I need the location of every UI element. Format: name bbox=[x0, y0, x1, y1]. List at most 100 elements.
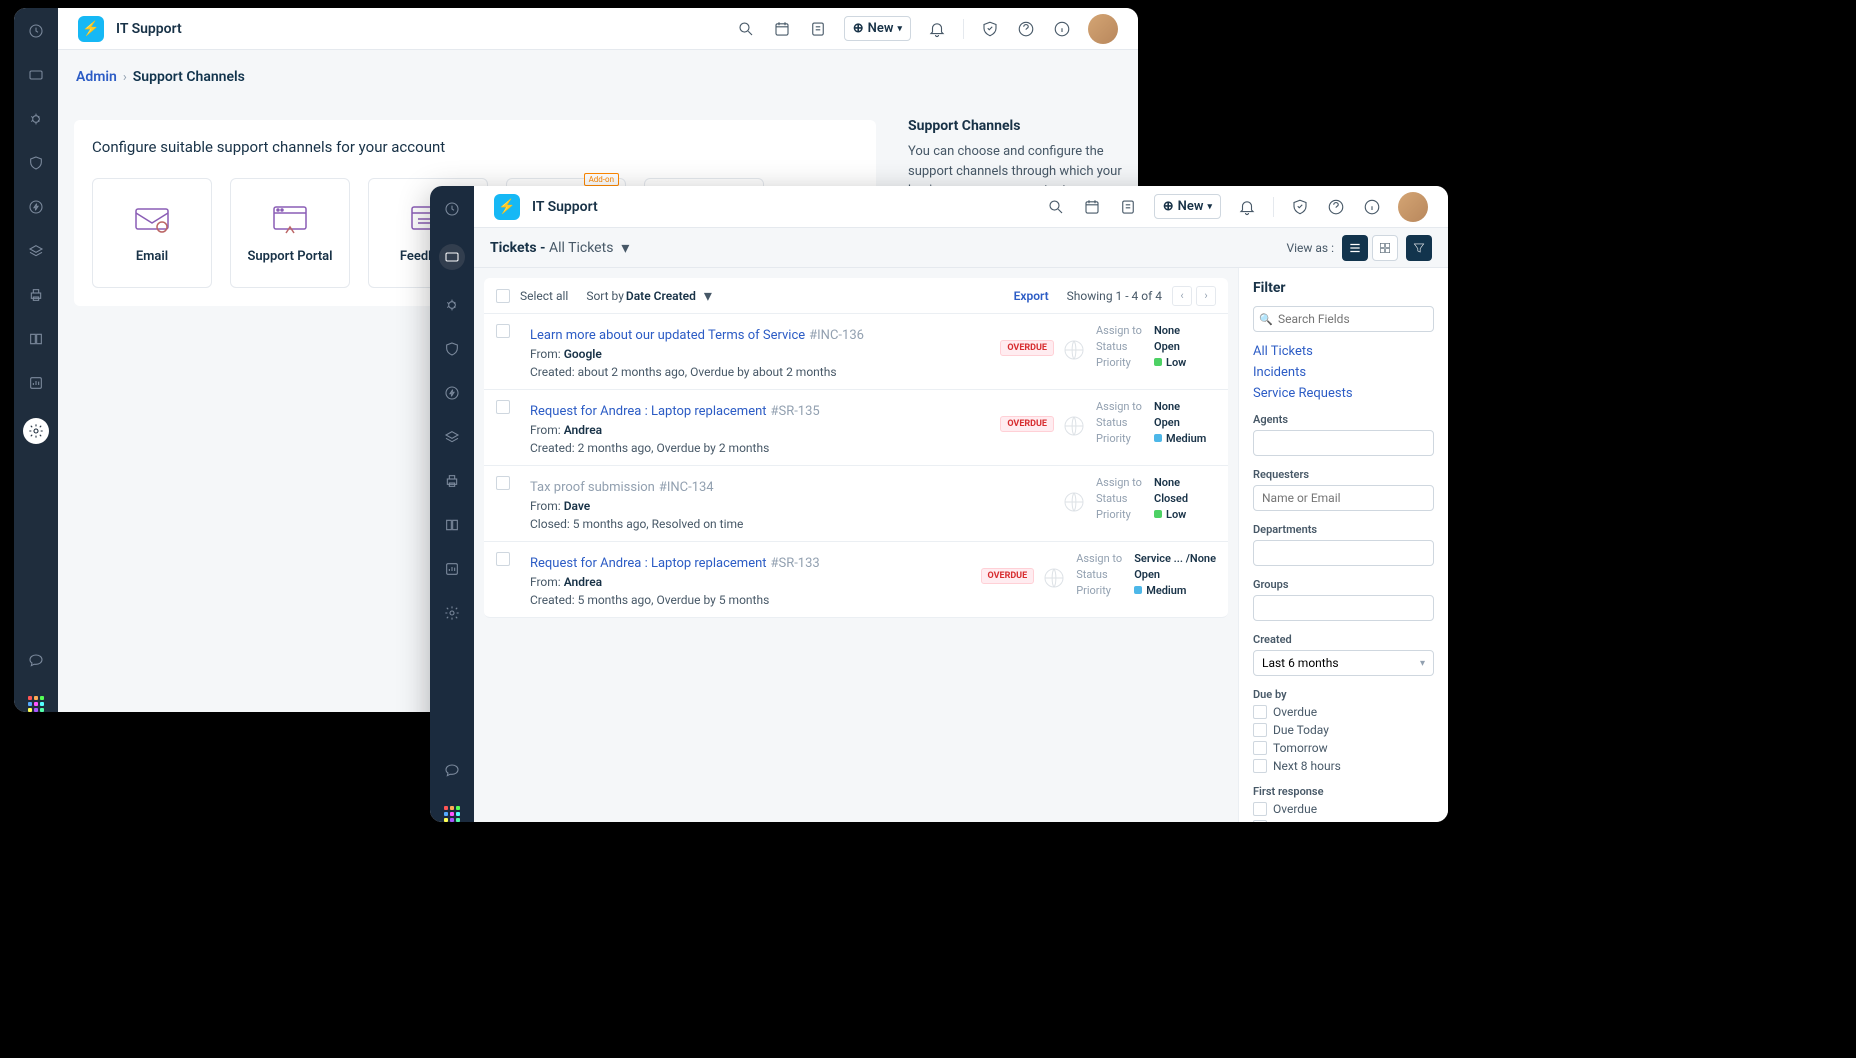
shield-icon[interactable] bbox=[27, 154, 45, 172]
chevron-down-icon[interactable]: ▾ bbox=[621, 238, 629, 257]
filter-search-input[interactable] bbox=[1253, 306, 1434, 332]
page-next-button[interactable]: › bbox=[1196, 286, 1216, 306]
checkbox[interactable] bbox=[1253, 820, 1267, 822]
settings-icon[interactable] bbox=[23, 418, 49, 444]
row-checkbox[interactable] bbox=[496, 476, 510, 490]
layers-icon[interactable] bbox=[443, 428, 461, 446]
ticket-from: From: Andrea bbox=[530, 575, 981, 589]
help-icon[interactable] bbox=[443, 762, 461, 780]
requesters-input[interactable] bbox=[1253, 485, 1434, 511]
book-icon[interactable] bbox=[27, 330, 45, 348]
avatar[interactable] bbox=[1088, 14, 1118, 44]
groups-input[interactable] bbox=[1253, 595, 1434, 621]
printer-icon[interactable] bbox=[27, 286, 45, 304]
filter-link[interactable]: Service Requests bbox=[1253, 386, 1434, 401]
dashboard-icon[interactable] bbox=[27, 22, 45, 40]
filter-panel: Filter 🔍 All TicketsIncidentsService Req… bbox=[1238, 268, 1448, 822]
shield-icon[interactable] bbox=[443, 340, 461, 358]
firstresponse-option[interactable]: Due Today bbox=[1253, 820, 1434, 822]
agents-input[interactable] bbox=[1253, 430, 1434, 456]
search-icon[interactable] bbox=[736, 19, 756, 39]
reports-icon[interactable] bbox=[27, 374, 45, 392]
calendar-icon[interactable] bbox=[1082, 197, 1102, 217]
showing-label: Showing 1 - 4 of 4 bbox=[1067, 289, 1162, 303]
calendar-icon[interactable] bbox=[772, 19, 792, 39]
badge-icon[interactable] bbox=[1290, 197, 1310, 217]
chevron-down-icon[interactable]: ▾ bbox=[704, 286, 712, 305]
ticket-row[interactable]: Request for Andrea : Laptop replacement … bbox=[484, 542, 1228, 618]
badge-icon[interactable] bbox=[980, 19, 1000, 39]
departments-input[interactable] bbox=[1253, 540, 1434, 566]
dashboard-icon[interactable] bbox=[443, 200, 461, 218]
bell-icon[interactable] bbox=[1237, 197, 1257, 217]
dueby-option[interactable]: Next 8 hours bbox=[1253, 759, 1434, 773]
notes-icon[interactable] bbox=[808, 19, 828, 39]
book-icon[interactable] bbox=[443, 516, 461, 534]
bug-icon[interactable] bbox=[443, 296, 461, 314]
tickets-view[interactable]: All Tickets bbox=[549, 240, 613, 256]
bug-icon[interactable] bbox=[27, 110, 45, 128]
checkbox[interactable] bbox=[1253, 723, 1267, 737]
sort-value[interactable]: Date Created bbox=[626, 289, 696, 303]
filter-toggle-button[interactable] bbox=[1406, 235, 1432, 261]
tickets-icon[interactable] bbox=[439, 244, 465, 270]
ticket-row[interactable]: Request for Andrea : Laptop replacement … bbox=[484, 390, 1228, 466]
ticket-title[interactable]: Request for Andrea : Laptop replacement bbox=[530, 556, 767, 571]
checkbox[interactable] bbox=[1253, 759, 1267, 773]
filter-link[interactable]: Incidents bbox=[1253, 365, 1434, 380]
filter-link[interactable]: All Tickets bbox=[1253, 344, 1434, 359]
view-card-button[interactable] bbox=[1372, 235, 1398, 261]
tickets-icon[interactable] bbox=[27, 66, 45, 84]
ticket-row[interactable]: Tax proof submission #INC-134 From: Dave… bbox=[484, 466, 1228, 542]
select-all-label[interactable]: Select all bbox=[520, 289, 568, 303]
ticket-title[interactable]: Request for Andrea : Laptop replacement bbox=[530, 404, 767, 419]
sort-label: Sort by bbox=[586, 289, 624, 303]
bolt-icon[interactable] bbox=[443, 384, 461, 402]
channel-email[interactable]: Email bbox=[92, 178, 212, 288]
app-logo[interactable]: ⚡ bbox=[494, 194, 520, 220]
apps-icon[interactable] bbox=[444, 806, 460, 822]
bolt-icon[interactable] bbox=[27, 198, 45, 216]
firstresponse-option[interactable]: Overdue bbox=[1253, 802, 1434, 816]
bell-icon[interactable] bbox=[927, 19, 947, 39]
view-list-button[interactable] bbox=[1342, 235, 1368, 261]
side-title: Support Channels bbox=[908, 118, 1122, 134]
ticket-title[interactable]: Tax proof submission bbox=[530, 480, 655, 495]
settings-icon[interactable] bbox=[443, 604, 461, 622]
question-icon[interactable] bbox=[1326, 197, 1346, 217]
help-icon[interactable] bbox=[27, 652, 45, 670]
new-button[interactable]: ⊕New▾ bbox=[844, 16, 911, 41]
dueby-option[interactable]: Due Today bbox=[1253, 723, 1434, 737]
row-checkbox[interactable] bbox=[496, 552, 510, 566]
question-icon[interactable] bbox=[1016, 19, 1036, 39]
info-icon[interactable] bbox=[1362, 197, 1382, 217]
dueby-option[interactable]: Tomorrow bbox=[1253, 741, 1434, 755]
breadcrumb-admin[interactable]: Admin bbox=[76, 69, 117, 85]
printer-icon[interactable] bbox=[443, 472, 461, 490]
row-checkbox[interactable] bbox=[496, 324, 510, 338]
info-icon[interactable] bbox=[1052, 19, 1072, 39]
source-icon bbox=[1062, 490, 1086, 514]
checkbox[interactable] bbox=[1253, 802, 1267, 816]
checkbox[interactable] bbox=[1253, 705, 1267, 719]
checkbox[interactable] bbox=[1253, 741, 1267, 755]
export-link[interactable]: Export bbox=[1014, 289, 1049, 303]
reports-icon[interactable] bbox=[443, 560, 461, 578]
channel-portal[interactable]: Support Portal bbox=[230, 178, 350, 288]
row-checkbox[interactable] bbox=[496, 400, 510, 414]
new-button[interactable]: ⊕New▾ bbox=[1154, 194, 1221, 219]
select-all-checkbox[interactable] bbox=[496, 289, 510, 303]
layers-icon[interactable] bbox=[27, 242, 45, 260]
apps-icon[interactable] bbox=[28, 696, 44, 712]
page-prev-button[interactable]: ‹ bbox=[1172, 286, 1192, 306]
app-logo[interactable]: ⚡ bbox=[78, 16, 104, 42]
avatar[interactable] bbox=[1398, 192, 1428, 222]
search-icon[interactable] bbox=[1046, 197, 1066, 217]
notes-icon[interactable] bbox=[1118, 197, 1138, 217]
list-header: Tickets - All Tickets ▾ View as : bbox=[474, 228, 1448, 268]
created-select[interactable]: Last 6 months▾ bbox=[1253, 650, 1434, 676]
ticket-title[interactable]: Learn more about our updated Terms of Se… bbox=[530, 328, 805, 343]
ticket-row[interactable]: Learn more about our updated Terms of Se… bbox=[484, 314, 1228, 390]
dueby-option[interactable]: Overdue bbox=[1253, 705, 1434, 719]
ticket-meta: Created: 5 months ago, Overdue by 5 mont… bbox=[530, 593, 981, 607]
